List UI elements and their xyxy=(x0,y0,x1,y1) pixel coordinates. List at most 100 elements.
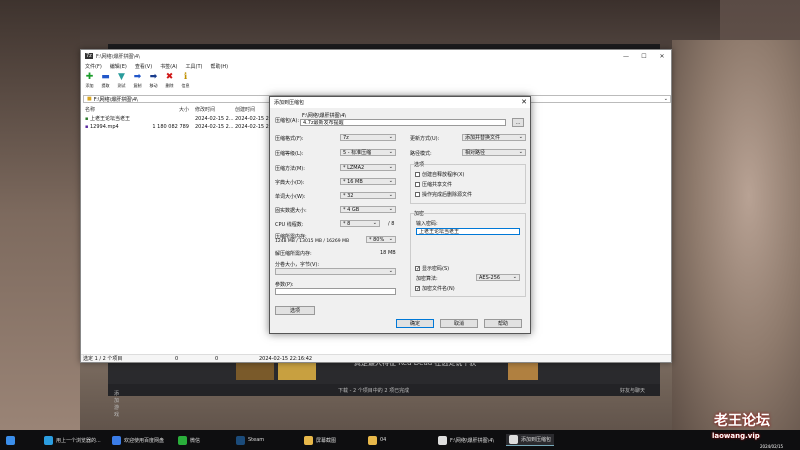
toolbar-label: 提取 xyxy=(101,83,110,88)
7zip-icon xyxy=(438,435,447,445)
update-select[interactable]: 添加并替换文件 xyxy=(462,134,526,141)
browse-button[interactable]: ... xyxy=(512,118,524,127)
path-label: 路径模式: xyxy=(410,151,432,157)
checkbox-box xyxy=(415,172,420,177)
menu-help[interactable]: 帮助(H) xyxy=(210,63,228,70)
word-label: 单词大小(W): xyxy=(275,194,306,200)
col-size[interactable]: 大小 xyxy=(179,106,189,113)
show-password-checkbox[interactable]: ✓ 显示密码(S) xyxy=(415,265,449,272)
toolbar: ✚ 添加 ▬ 提取 ▼ 测试 ➡ 复制 ➡ 移动 ✖ 删除 ℹ 信息 xyxy=(81,71,671,93)
enc-method-label: 加密算法: xyxy=(416,276,438,282)
method-select[interactable]: * LZMA2 xyxy=(340,164,396,171)
extract-icon: ▬ xyxy=(101,72,110,82)
steam-icon xyxy=(236,435,245,445)
method-label: 压缩方法(M): xyxy=(275,166,305,172)
taskbar-item[interactable]: 微信 xyxy=(178,434,200,446)
close-icon[interactable]: ✕ xyxy=(521,98,527,106)
taskbar-label: Steam xyxy=(248,437,265,443)
download-status[interactable]: 下载 - 2 个项目中的 2 项已完成 xyxy=(338,387,409,394)
taskbar-item[interactable]: 04 xyxy=(368,434,386,446)
maximize-button[interactable]: ☐ xyxy=(635,50,653,62)
taskbar-item[interactable]: 用上一个浏览器的... xyxy=(44,434,101,446)
taskbar-item[interactable]: 屏幕截图 xyxy=(304,434,336,446)
toolbar-copy-button[interactable]: ➡ 复制 xyxy=(131,71,144,93)
level-select[interactable]: 5 - 标准压缩 xyxy=(340,149,396,156)
friends-chat-button[interactable]: 好友与聊天 xyxy=(620,387,645,394)
test-icon: ▼ xyxy=(118,72,125,82)
menu-tools[interactable]: 工具(T) xyxy=(186,63,203,70)
cancel-button[interactable]: 取消 xyxy=(440,319,478,328)
dict-select[interactable]: * 16 MB xyxy=(340,178,396,185)
file-size: 1 180 082 789 xyxy=(152,123,189,130)
format-select[interactable]: 7z xyxy=(340,134,396,141)
taskbar-item[interactable] xyxy=(6,434,15,446)
toolbar-label: 复制 xyxy=(133,83,142,88)
path-select[interactable]: 相对路径 xyxy=(462,149,526,156)
dict-label: 字典大小(D): xyxy=(275,180,305,186)
taskbar-item[interactable]: 添加到压缩包 xyxy=(506,434,555,446)
sfx-label: 创建自释放程序(X) xyxy=(422,172,465,178)
chevron-down-icon[interactable]: ⌄ xyxy=(664,96,668,102)
toolbar-delete-button[interactable]: ✖ 删除 xyxy=(163,71,176,93)
split-select[interactable] xyxy=(275,268,396,275)
toolbar-extract-button[interactable]: ▬ 提取 xyxy=(99,71,112,93)
wechat-icon xyxy=(178,435,187,445)
threads-select[interactable]: * 8 xyxy=(340,220,380,227)
options-button[interactable]: 选项 xyxy=(275,306,315,315)
watermark-url: laowang.vip xyxy=(712,432,760,440)
file-created: 2024-02-15 2... xyxy=(235,115,274,122)
taskbar-item[interactable]: F:\网络\爆肝拼图\4\ xyxy=(438,434,494,446)
archive-name-input[interactable]: 4.7z最新发布提醒 xyxy=(300,119,506,126)
word-select[interactable]: * 32 xyxy=(340,192,396,199)
taskbar-label: 用上一个浏览器的... xyxy=(56,437,101,444)
delete-after-checkbox[interactable]: 操作完成后删除源文件 xyxy=(415,191,472,198)
col-modified[interactable]: 修改时间 xyxy=(195,106,215,113)
move-icon: ➡ xyxy=(149,72,158,82)
menu-view[interactable]: 查看(V) xyxy=(135,63,152,70)
help-button[interactable]: 帮助 xyxy=(484,319,522,328)
encrypt-names-label: 加密文件名(N) xyxy=(422,286,455,292)
checkbox-box: ✓ xyxy=(415,286,421,292)
game-thumbnail[interactable] xyxy=(236,362,274,380)
archive-label: 压缩包(A): xyxy=(275,118,300,124)
ok-button[interactable]: 确定 xyxy=(396,319,434,328)
menu-edit[interactable]: 编辑(E) xyxy=(110,63,127,70)
toolbar-test-button[interactable]: ▼ 测试 xyxy=(115,71,128,93)
minimize-button[interactable]: — xyxy=(617,50,635,62)
password-input[interactable]: 上老王论坛当老王 xyxy=(416,228,520,235)
game-thumbnail[interactable] xyxy=(508,362,538,380)
params-input[interactable] xyxy=(275,288,396,295)
add-to-archive-dialog: 添加到压缩包 ✕ 压缩包(A): F:\网络\爆肝拼图\4\ 4.7z最新发布提… xyxy=(269,96,531,334)
solid-select[interactable]: * 4 GB xyxy=(340,206,396,213)
shared-files-checkbox[interactable]: 压缩共享文件 xyxy=(415,181,452,188)
menu-file[interactable]: 文件(F) xyxy=(85,63,102,70)
toolbar-label: 移动 xyxy=(149,83,158,88)
enc-method-select[interactable]: AES-256 xyxy=(476,274,520,281)
taskbar-item[interactable]: 欢迎使用百度网盘 xyxy=(112,434,164,446)
toolbar-info-button[interactable]: ℹ 信息 xyxy=(179,71,192,93)
col-created[interactable]: 创建时间 xyxy=(235,106,255,113)
add-icon: ✚ xyxy=(85,72,94,82)
encrypt-names-checkbox[interactable]: ✓ 加密文件名(N) xyxy=(415,285,455,292)
decomp-label: 解压缩所需内存: xyxy=(275,251,312,257)
7zip-icon xyxy=(509,435,518,444)
toolbar-label: 添加 xyxy=(85,83,94,88)
archive-dir: F:\网络\爆肝拼图\4\ xyxy=(302,113,347,119)
menu-bookmarks[interactable]: 书签(A) xyxy=(160,63,177,70)
start-icon xyxy=(6,435,15,445)
close-button[interactable]: ✕ xyxy=(653,50,671,62)
mem-percent-select[interactable]: * 80% xyxy=(366,236,396,243)
format-label: 压缩格式(F): xyxy=(275,136,304,142)
toolbar-add-button[interactable]: ✚ 添加 xyxy=(83,71,96,93)
file-modified: 2024-02-15 2... xyxy=(195,115,234,122)
sfx-checkbox[interactable]: 创建自释放程序(X) xyxy=(415,171,464,178)
checkbox-box xyxy=(415,182,420,187)
game-thumbnail[interactable] xyxy=(278,362,316,380)
threads-label: CPU 线程数: xyxy=(275,222,304,228)
encryption-group-title: 加密 xyxy=(414,210,425,217)
taskbar-item[interactable]: Steam xyxy=(236,434,264,446)
dialog-title: 添加到压缩包 xyxy=(274,100,305,106)
toolbar-move-button[interactable]: ➡ 移动 xyxy=(147,71,160,93)
col-name[interactable]: 名称 xyxy=(85,106,95,113)
taskbar-label: 欢迎使用百度网盘 xyxy=(124,437,165,444)
